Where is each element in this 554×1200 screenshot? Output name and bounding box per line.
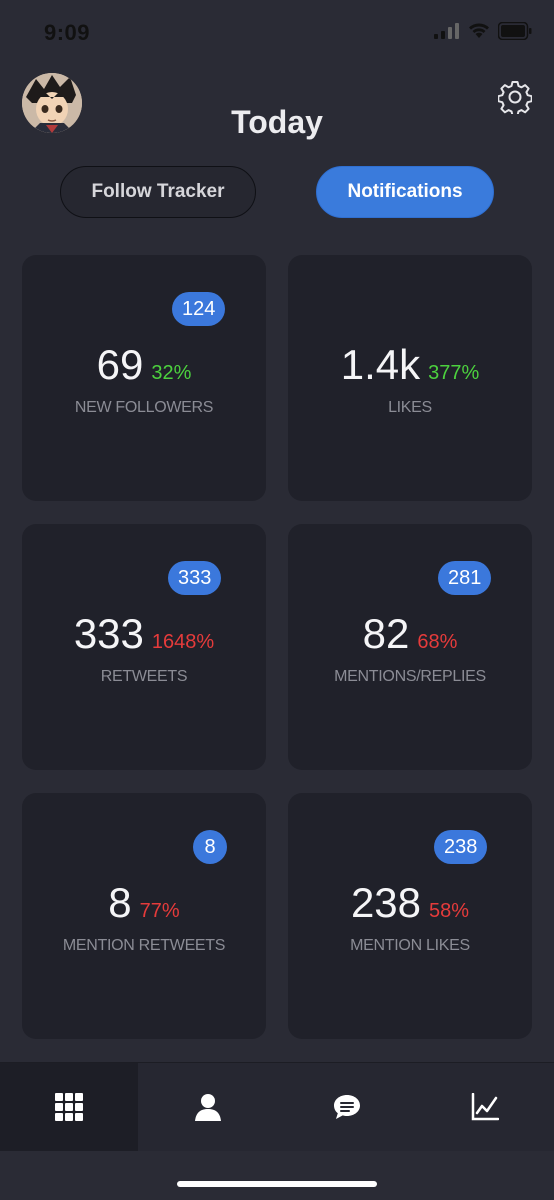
battery-icon: [498, 22, 532, 40]
stat-label: NEW FOLLOWERS: [74, 399, 214, 416]
stat-value: 8: [108, 879, 132, 926]
page-title: Today: [231, 104, 323, 140]
stat-value: 69: [96, 341, 144, 388]
count-badge: 281: [438, 561, 492, 595]
value-row: 69 32%: [22, 341, 266, 389]
wifi-icon: [469, 23, 489, 38]
value-row: 1.4k 377%: [288, 341, 532, 389]
stat-value: 238: [350, 879, 422, 926]
tab-messages[interactable]: [278, 1063, 416, 1151]
trend-percent: 68%: [417, 631, 458, 653]
person-icon: [195, 1094, 221, 1121]
line-chart-icon: [471, 1093, 499, 1121]
stat-label: MENTIONS/REPLIES: [334, 668, 486, 685]
stat-label: MENTION RETWEETS: [62, 937, 226, 954]
stat-card-mention-likes[interactable]: 238 238 58% MENTION LIKES: [288, 793, 532, 1039]
trend-percent: 377%: [428, 362, 480, 384]
stat-value: 333: [73, 610, 144, 657]
stat-value: 1.4k: [340, 341, 421, 388]
stat-label: RETWEETS: [100, 668, 188, 685]
stat-card-mention-retweets[interactable]: 8 8 77% MENTION RETWEETS: [22, 793, 266, 1039]
status-icons: [434, 22, 532, 40]
stat-card-retweets[interactable]: 333 333 1648% RETWEETS: [22, 524, 266, 770]
tab-bar: [0, 1062, 554, 1151]
trend-percent: 77%: [139, 900, 180, 922]
value-row: 82 68%: [288, 610, 532, 658]
trend-percent: 32%: [151, 362, 192, 384]
chat-bubble-icon: [334, 1095, 360, 1119]
tab-analytics[interactable]: [416, 1063, 554, 1151]
trend-percent: 58%: [429, 900, 470, 922]
stat-label: LIKES: [388, 399, 432, 416]
trend-percent: 1648%: [151, 631, 215, 653]
count-badge: 238: [434, 830, 488, 864]
stat-value: 82: [362, 610, 410, 657]
grid-icon: [55, 1093, 83, 1121]
status-time: 9:09: [44, 20, 91, 45]
home-indicator: [177, 1181, 377, 1187]
stat-label: MENTION LIKES: [350, 937, 470, 954]
follow-tracker-button[interactable]: Follow Tracker: [60, 166, 256, 218]
tab-profile[interactable]: [138, 1063, 278, 1151]
value-row: 8 77%: [22, 879, 266, 927]
stat-card-mentions-replies[interactable]: 281 82 68% MENTIONS/REPLIES: [288, 524, 532, 770]
count-badge: 8: [193, 830, 227, 864]
stat-card-likes[interactable]: 1.4k 377% LIKES: [288, 255, 532, 501]
status-bar: 9:09: [0, 0, 554, 66]
count-badge: 333: [168, 561, 222, 595]
cellular-signal-icon: [434, 23, 459, 39]
notifications-button[interactable]: Notifications: [316, 166, 494, 218]
tab-dashboard[interactable]: [0, 1063, 138, 1151]
value-row: 238 58%: [288, 879, 532, 927]
count-badge: 124: [172, 292, 226, 326]
value-row: 333 1648%: [22, 610, 266, 658]
stat-card-new-followers[interactable]: 124 69 32% NEW FOLLOWERS: [22, 255, 266, 501]
